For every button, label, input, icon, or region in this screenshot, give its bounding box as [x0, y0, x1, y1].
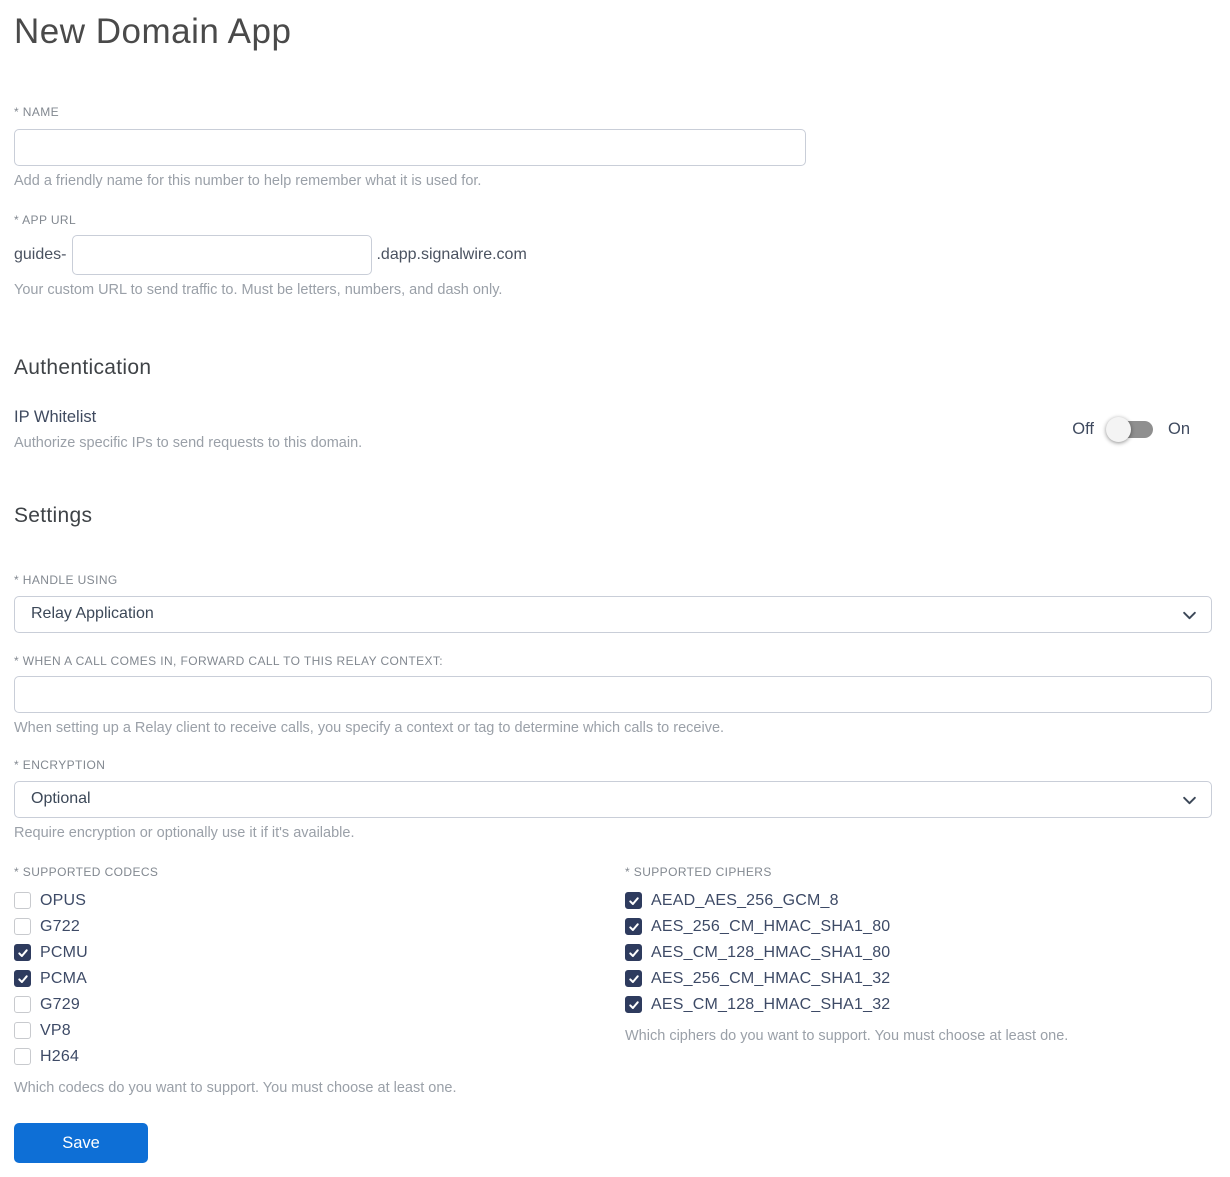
codec-label: VP8	[40, 1021, 71, 1039]
codec-label: PCMA	[40, 969, 88, 987]
codec-row-pcma[interactable]: PCMA	[14, 966, 625, 992]
ip-whitelist-text: IP Whitelist Authorize specific IPs to s…	[14, 408, 362, 452]
codec-checkbox-opus-unchecked[interactable]	[14, 892, 31, 910]
ip-whitelist-toggle-group: Off On	[1072, 417, 1212, 443]
supported-ciphers-label: * SUPPORTED CIPHERS	[625, 864, 772, 879]
app-url-input[interactable]	[72, 235, 373, 276]
handle-using-select[interactable]: Relay Application	[14, 595, 1212, 633]
app-url-label: * APP URL	[14, 213, 77, 228]
supported-codecs-label: * SUPPORTED CODECS	[14, 864, 159, 879]
codec-row-vp8[interactable]: VP8	[14, 1018, 625, 1044]
supported-ciphers-column: * SUPPORTED CIPHERS AEAD_AES_256_GCM_8 AE…	[625, 865, 1212, 1097]
relay-context-label: * WHEN A CALL COMES IN, FORWARD CALL TO …	[14, 653, 444, 668]
codec-row-g722[interactable]: G722	[14, 914, 625, 940]
codec-label: OPUS	[40, 891, 87, 909]
codec-row-opus[interactable]: OPUS	[14, 888, 625, 914]
codec-row-h264[interactable]: H264	[14, 1044, 625, 1070]
codec-checkbox-pcma-checked[interactable]	[14, 970, 31, 988]
chevron-down-icon	[1182, 608, 1197, 628]
codec-checkbox-h264-unchecked[interactable]	[14, 1048, 31, 1066]
new-domain-app-page: New Domain App * NAME Add a friendly nam…	[0, 0, 1230, 1177]
cipher-checkbox-aes_256_cm_hmac_sha1_80-checked[interactable]	[625, 918, 642, 936]
app-url-suffix: .dapp.signalwire.com	[376, 246, 527, 264]
codecs-ciphers-columns: * SUPPORTED CODECS OPUS G722 PCMU PCMA G729 V…	[14, 865, 1212, 1097]
cipher-checkbox-aes_256_cm_hmac_sha1_32-checked[interactable]	[625, 970, 642, 988]
cipher-row-aead_aes_256_gcm_8[interactable]: AEAD_AES_256_GCM_8	[625, 888, 1212, 914]
toggle-off-label: Off	[1072, 420, 1094, 439]
cipher-label: AES_CM_128_HMAC_SHA1_80	[651, 943, 891, 961]
relay-context-helper: When setting up a Relay client to receiv…	[14, 719, 725, 736]
handle-using-label: * HANDLE USING	[14, 572, 118, 587]
authentication-heading: Authentication	[14, 355, 152, 379]
cipher-row-aes_256_cm_hmac_sha1_32[interactable]: AES_256_CM_HMAC_SHA1_32	[625, 966, 1212, 992]
ip-whitelist-row: IP Whitelist Authorize specific IPs to s…	[14, 408, 1212, 452]
cipher-label: AES_CM_128_HMAC_SHA1_32	[651, 995, 891, 1013]
name-helper: Add a friendly name for this number to h…	[14, 173, 482, 190]
cipher-checkbox-aes_cm_128_hmac_sha1_32-checked[interactable]	[625, 996, 642, 1014]
toggle-on-label: On	[1167, 420, 1190, 439]
handle-using-group: * HANDLE USING Relay Application	[14, 573, 1212, 633]
codec-checkbox-list: OPUS G722 PCMU PCMA G729 VP8 H264	[14, 888, 625, 1070]
relay-context-group: * WHEN A CALL COMES IN, FORWARD CALL TO …	[14, 654, 1212, 737]
encryption-group: * ENCRYPTION Optional Require encryption…	[14, 758, 1212, 842]
name-label: * NAME	[14, 105, 60, 120]
codec-row-g729[interactable]: G729	[14, 992, 625, 1018]
codecs-helper: Which codecs do you want to support. You…	[14, 1079, 457, 1096]
encryption-label: * ENCRYPTION	[14, 757, 106, 772]
cipher-row-aes_256_cm_hmac_sha1_80[interactable]: AES_256_CM_HMAC_SHA1_80	[625, 914, 1212, 940]
cipher-label: AES_256_CM_HMAC_SHA1_32	[651, 969, 891, 987]
codec-checkbox-g722-unchecked[interactable]	[14, 918, 31, 936]
app-url-prefix: guides-	[14, 246, 67, 264]
name-input[interactable]	[14, 129, 806, 167]
codec-checkbox-vp8-unchecked[interactable]	[14, 1022, 31, 1040]
cipher-checkbox-aes_cm_128_hmac_sha1_80-checked[interactable]	[625, 944, 642, 962]
ip-whitelist-label: IP Whitelist	[14, 407, 97, 426]
codec-label: G722	[40, 917, 80, 935]
cipher-label: AEAD_AES_256_GCM_8	[651, 891, 839, 909]
encryption-helper: Require encryption or optionally use it …	[14, 824, 355, 841]
codec-label: H264	[40, 1047, 80, 1065]
app-url-field-group: * APP URL guides- .dapp.signalwire.com Y…	[14, 213, 1212, 299]
cipher-label: AES_256_CM_HMAC_SHA1_80	[651, 917, 891, 935]
cipher-row-aes_cm_128_hmac_sha1_32[interactable]: AES_CM_128_HMAC_SHA1_32	[625, 992, 1212, 1018]
toggle-knob-icon	[1105, 417, 1131, 443]
handle-using-value: Relay Application	[31, 605, 154, 623]
name-field-group: * NAME Add a friendly name for this numb…	[14, 105, 1212, 190]
ip-whitelist-helper: Authorize specific IPs to send requests …	[14, 434, 363, 451]
cipher-checkbox-list: AEAD_AES_256_GCM_8 AES_256_CM_HMAC_SHA1_8…	[625, 888, 1212, 1018]
app-url-row: guides- .dapp.signalwire.com	[14, 235, 1212, 276]
cipher-checkbox-aead_aes_256_gcm_8-checked[interactable]	[625, 892, 642, 910]
supported-codecs-column: * SUPPORTED CODECS OPUS G722 PCMU PCMA G729 V…	[14, 865, 625, 1097]
ciphers-helper: Which ciphers do you want to support. Yo…	[625, 1027, 1069, 1044]
chevron-down-icon	[1182, 793, 1197, 813]
cipher-row-aes_cm_128_hmac_sha1_80[interactable]: AES_CM_128_HMAC_SHA1_80	[625, 940, 1212, 966]
ip-whitelist-toggle[interactable]	[1105, 417, 1153, 443]
save-button[interactable]: Save	[14, 1123, 148, 1163]
codec-label: PCMU	[40, 943, 88, 961]
codec-checkbox-g729-unchecked[interactable]	[14, 996, 31, 1014]
codec-checkbox-pcmu-checked[interactable]	[14, 944, 31, 962]
app-url-helper: Your custom URL to send traffic to. Must…	[14, 282, 503, 299]
encryption-select[interactable]: Optional	[14, 780, 1212, 818]
settings-heading: Settings	[14, 503, 93, 527]
codec-label: G729	[40, 995, 80, 1013]
relay-context-input[interactable]	[14, 675, 1212, 713]
page-title: New Domain App	[14, 12, 292, 51]
encryption-value: Optional	[31, 790, 91, 808]
codec-row-pcmu[interactable]: PCMU	[14, 940, 625, 966]
